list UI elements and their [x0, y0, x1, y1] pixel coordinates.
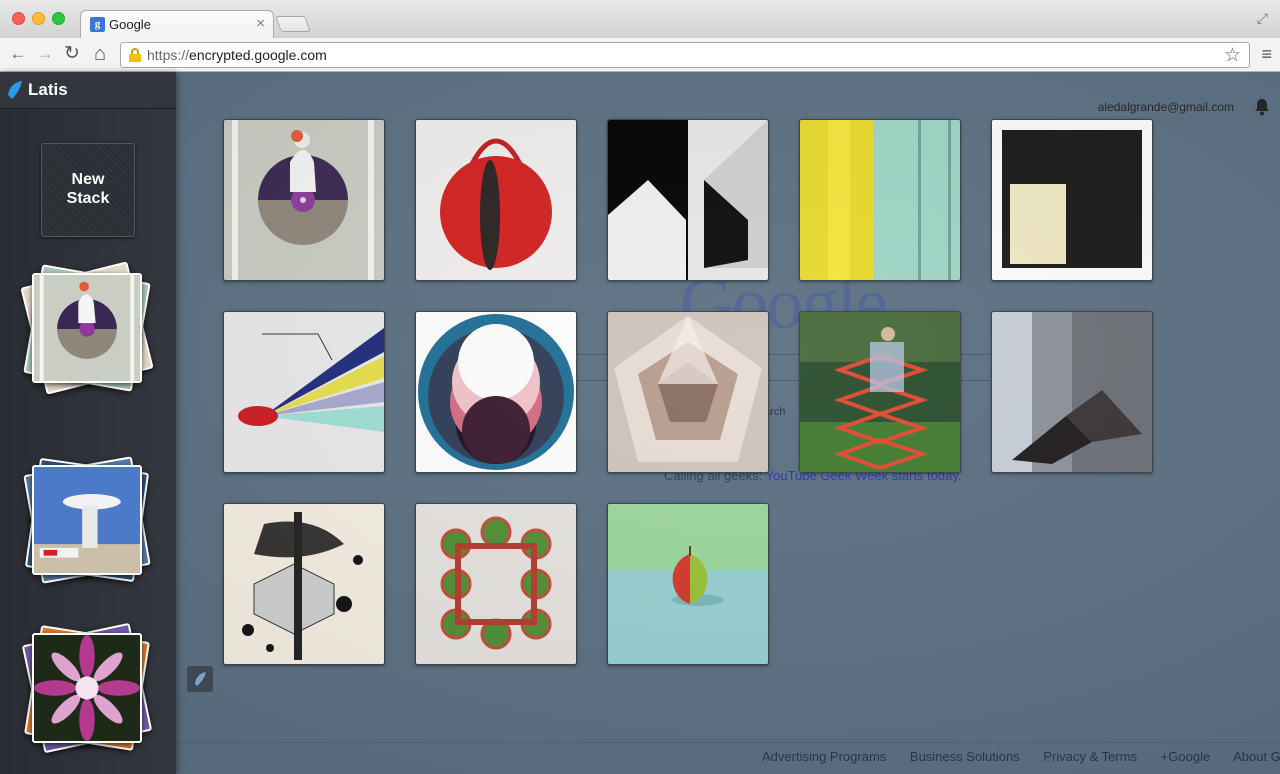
- ink-splash-image: [224, 504, 384, 664]
- new-tab-button[interactable]: [275, 16, 311, 32]
- bookmark-star-icon[interactable]: ☆: [1224, 44, 1241, 67]
- image-tile-pink-circle[interactable]: [415, 311, 577, 473]
- latis-app-name: Latis: [28, 80, 68, 99]
- image-tile-red-lips-prism[interactable]: [223, 311, 385, 473]
- lock-icon: [129, 48, 141, 62]
- footer-link[interactable]: +Google: [1161, 749, 1211, 764]
- new-stack-button[interactable]: New Stack: [41, 143, 135, 237]
- image-tile-woman-vinyl[interactable]: [223, 119, 385, 281]
- footer-link[interactable]: Privacy & Terms: [1043, 749, 1137, 764]
- zoom-window-button[interactable]: [52, 12, 65, 25]
- stack-cover-image: [32, 633, 142, 743]
- footer-link[interactable]: About Go: [1233, 749, 1280, 764]
- latis-toggle-button[interactable]: [187, 666, 213, 692]
- latis-logo-icon: [8, 81, 22, 99]
- notification-bell-icon[interactable]: [1254, 98, 1270, 116]
- back-button[interactable]: ←: [8, 44, 28, 64]
- yellow-mint-image: [800, 120, 960, 280]
- dark-geometric-image: [992, 312, 1152, 472]
- image-tile-yellow-mint[interactable]: [799, 119, 961, 281]
- watermelon-image: [416, 504, 576, 664]
- address-bar[interactable]: https://encrypted.google.com ☆: [120, 42, 1250, 68]
- stack-architecture[interactable]: [20, 456, 152, 587]
- browser-tab-google[interactable]: g Google ×: [80, 10, 274, 38]
- reload-button[interactable]: ↻: [62, 44, 82, 64]
- minimize-window-button[interactable]: [32, 12, 45, 25]
- google-favicon-icon: g: [90, 17, 105, 32]
- tab-close-icon[interactable]: ×: [256, 15, 265, 32]
- tab-title: Google: [109, 17, 151, 32]
- bw-architecture-image: [608, 120, 768, 280]
- close-window-button[interactable]: [12, 12, 25, 25]
- footer-links: Advertising Programs Business Solutions …: [762, 749, 1280, 764]
- footer-link[interactable]: Advertising Programs: [762, 749, 886, 764]
- crystal-image: [608, 312, 768, 472]
- red-lips-prism-image: [224, 312, 384, 472]
- latis-header: Latis: [0, 72, 176, 109]
- browser-titlebar: g Google × ⤢: [0, 0, 1280, 38]
- woman-boxes-image: [800, 312, 960, 472]
- chrome-menu-icon[interactable]: ≡: [1261, 44, 1272, 65]
- fullscreen-icon[interactable]: ⤢: [1257, 10, 1268, 27]
- image-tile-woman-boxes[interactable]: [799, 311, 961, 473]
- stack-fashion-illustration[interactable]: [20, 261, 154, 395]
- stack-cover-image: [32, 465, 142, 575]
- image-tile-crystal[interactable]: [607, 311, 769, 473]
- browser-toolbar: ← → ↻ ⌂ https://encrypted.google.com ☆ ≡: [0, 38, 1280, 72]
- url-text: https://encrypted.google.com: [147, 47, 327, 63]
- footer-link[interactable]: Business Solutions: [910, 749, 1020, 764]
- image-tile-black-square[interactable]: [991, 119, 1153, 281]
- image-tile-dark-geometric[interactable]: [991, 311, 1153, 473]
- account-email[interactable]: aledalgrande@gmail.com: [1098, 100, 1234, 114]
- woman-vinyl-image: [224, 120, 384, 280]
- black-square-image: [992, 120, 1152, 280]
- forward-button[interactable]: →: [35, 44, 55, 64]
- red-handbag-image: [416, 120, 576, 280]
- footer-divider: [176, 742, 1280, 743]
- stack-cover-image: [32, 273, 142, 383]
- stack-flowers[interactable]: [20, 622, 153, 755]
- apple-image: [608, 504, 768, 664]
- image-tile-ink-splash[interactable]: [223, 503, 385, 665]
- latis-sidebar: Latis New Stack: [0, 72, 176, 774]
- image-tile-watermelon[interactable]: [415, 503, 577, 665]
- image-tile-apple[interactable]: [607, 503, 769, 665]
- home-button[interactable]: ⌂: [90, 44, 110, 64]
- pink-circle-image: [416, 312, 576, 472]
- image-tile-bw-architecture[interactable]: [607, 119, 769, 281]
- image-tile-red-handbag[interactable]: [415, 119, 577, 281]
